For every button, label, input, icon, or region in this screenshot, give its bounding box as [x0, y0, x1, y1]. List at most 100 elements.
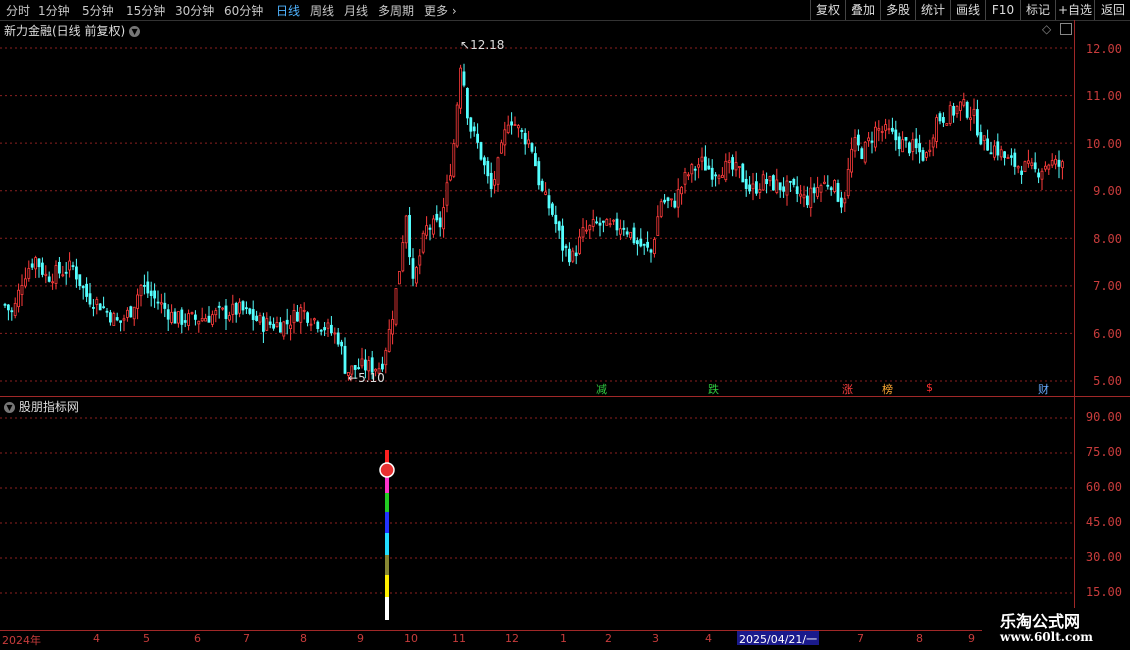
candle-body — [231, 303, 235, 315]
tab-more[interactable]: 更多 › — [424, 2, 457, 19]
candle-body — [989, 152, 993, 155]
candle-body — [241, 301, 245, 311]
candle-body — [207, 315, 211, 323]
tab-weekly[interactable]: 周线 — [310, 2, 334, 19]
candle-body — [200, 318, 204, 322]
candle-body — [51, 281, 54, 284]
candle-body — [517, 125, 520, 129]
candle-body — [499, 142, 503, 154]
tab-60min[interactable]: 60分钟 — [224, 2, 263, 19]
candle-body — [455, 104, 459, 147]
candle-body — [166, 309, 170, 320]
tab-1min[interactable]: 1分钟 — [38, 2, 70, 19]
ind-y-label-15: 15.00 — [1085, 585, 1122, 599]
f10-button[interactable]: F10 — [985, 0, 1020, 20]
candle-body — [904, 137, 908, 141]
multi-stock-button[interactable]: 多股 — [880, 0, 915, 20]
candle-body — [336, 332, 340, 345]
tab-monthly[interactable]: 月线 — [344, 2, 368, 19]
candle-body — [663, 199, 666, 203]
candle-body — [408, 215, 412, 258]
candle-body — [608, 223, 612, 226]
event-tag-list[interactable]: 榜 — [880, 381, 895, 397]
candle-body — [323, 327, 327, 331]
mark-button[interactable]: 标记 — [1020, 0, 1055, 20]
tab-5min[interactable]: 5分钟 — [82, 2, 114, 19]
candle-body — [282, 321, 286, 337]
candle-body — [955, 106, 959, 115]
candle-body — [625, 231, 629, 235]
candle-body — [112, 313, 116, 326]
back-button[interactable]: 返回 — [1094, 0, 1130, 20]
candle-body — [999, 149, 1003, 158]
tab-15min[interactable]: 15分钟 — [126, 2, 165, 19]
price-axis-line — [1074, 20, 1075, 632]
candle-body — [897, 136, 901, 150]
candle-body — [935, 117, 938, 142]
stats-button[interactable]: 统计 — [915, 0, 950, 20]
candle-body — [170, 311, 174, 323]
tab-intraday[interactable]: 分时 — [6, 2, 30, 19]
candle-body — [887, 128, 891, 131]
candle-body — [561, 225, 564, 251]
candle-body — [428, 227, 432, 230]
event-tag-finance[interactable]: 财 — [1036, 381, 1051, 397]
event-tag-rise[interactable]: 涨 — [840, 381, 855, 397]
candle-body — [139, 284, 143, 297]
candle-body — [901, 139, 904, 153]
candle-body — [343, 345, 347, 374]
candle-body — [136, 294, 140, 309]
chevron-right-icon: › — [451, 4, 457, 18]
candle-body — [64, 271, 68, 274]
adjust-button[interactable]: 复权 — [810, 0, 845, 20]
candle-body — [54, 265, 58, 284]
candle-body — [534, 153, 537, 167]
event-tag-dollar[interactable]: $ — [924, 381, 935, 394]
candle-body — [1047, 164, 1051, 170]
candle-body — [806, 195, 809, 206]
y-label-6: 6.00 — [1093, 327, 1122, 341]
candle-body — [619, 228, 622, 235]
candle-body — [312, 318, 316, 321]
candle-body — [384, 350, 388, 366]
candle-body — [571, 250, 575, 262]
x-label-4b: 4 — [705, 632, 712, 645]
candle-body — [795, 186, 799, 194]
candle-body — [877, 128, 881, 131]
draw-button[interactable]: 画线 — [950, 0, 985, 20]
x-label-3: 3 — [652, 632, 659, 645]
candle-body — [714, 174, 717, 177]
x-label-1: 1 — [560, 632, 567, 645]
candle-body — [27, 268, 31, 279]
candle-body — [360, 358, 364, 367]
candle-body — [914, 138, 918, 149]
y-label-12: 12.00 — [1085, 42, 1122, 56]
event-tag-fall[interactable]: 跌 — [706, 381, 721, 397]
candle-body — [792, 179, 796, 185]
candle-body — [690, 164, 694, 175]
indicator-chart[interactable] — [0, 398, 1074, 630]
candle-body — [187, 313, 191, 326]
candle-body — [704, 156, 707, 171]
add-watchlist-button[interactable]: +自选 — [1055, 0, 1094, 20]
candlestick-chart[interactable] — [0, 30, 1074, 396]
candle-body — [734, 162, 738, 171]
candle-body — [595, 221, 598, 224]
overlay-button[interactable]: 叠加 — [845, 0, 880, 20]
candle-body — [768, 176, 772, 182]
tab-daily[interactable]: 日线 — [276, 2, 300, 19]
candle-body — [513, 124, 517, 126]
x-label-7: 7 — [243, 632, 250, 645]
candle-body — [159, 302, 163, 305]
candle-body — [482, 157, 486, 166]
candle-body — [238, 301, 242, 314]
x-label-2: 2 — [605, 632, 612, 645]
event-tag-reduce[interactable]: 减 — [594, 381, 609, 397]
candle-body — [843, 198, 847, 204]
tab-30min[interactable]: 30分钟 — [175, 2, 214, 19]
tab-multi-period[interactable]: 多周期 — [378, 2, 414, 19]
candle-body — [146, 281, 150, 294]
candle-body — [1050, 160, 1054, 166]
candle-body — [755, 181, 758, 194]
candle-body — [142, 284, 146, 287]
